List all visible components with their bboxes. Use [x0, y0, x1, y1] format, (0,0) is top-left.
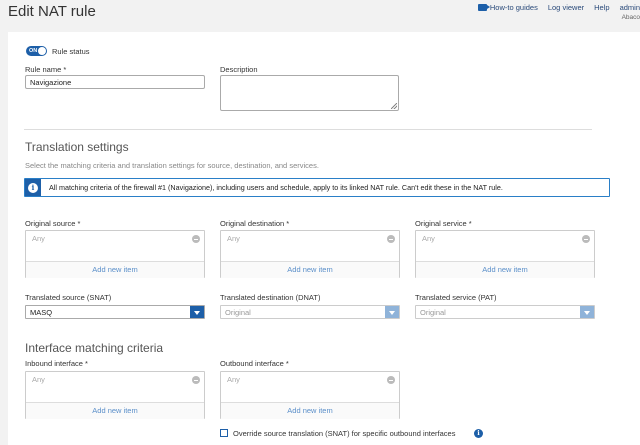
how-to-guides-link[interactable]: How-to guides [477, 3, 538, 12]
outbound-interface-list[interactable]: Any Add new item [220, 371, 400, 419]
list-item-any: Any [32, 234, 45, 243]
rule-status-toggle[interactable]: ON [26, 46, 47, 56]
original-destination-list[interactable]: Any Add new item [220, 230, 400, 278]
original-source-list[interactable]: Any Add new item [25, 230, 205, 278]
info-icon[interactable]: i [474, 429, 483, 438]
add-new-item-button[interactable]: Add new item [26, 262, 204, 278]
rule-name-input[interactable]: Navigazione [25, 75, 205, 89]
translation-settings-subtitle: Select the matching criteria and transla… [25, 161, 319, 170]
original-source-label: Original source * [25, 219, 81, 228]
interface-matching-title: Interface matching criteria [25, 341, 164, 355]
translated-service-label: Translated service (PAT) [415, 293, 497, 302]
toggle-text: ON [29, 47, 38, 54]
add-new-item-button[interactable]: Add new item [26, 403, 204, 419]
page-title: Edit NAT rule [8, 3, 96, 20]
translated-service-value: Original [420, 308, 446, 317]
org-name: Abaco [621, 14, 640, 21]
remove-icon[interactable] [582, 235, 590, 243]
resize-grip-icon[interactable] [391, 103, 397, 109]
inbound-interface-label: Inbound interface * [25, 359, 88, 368]
outbound-interface-label: Outbound interface * [220, 359, 289, 368]
description-textarea[interactable] [220, 75, 399, 111]
info-text: All matching criteria of the firewall #1… [49, 183, 503, 192]
add-new-item-button[interactable]: Add new item [416, 262, 594, 278]
original-service-label: Original service * [415, 219, 472, 228]
add-new-item-button[interactable]: Add new item [221, 403, 399, 419]
info-banner: i All matching criteria of the firewall … [24, 178, 610, 197]
translation-settings-title: Translation settings [25, 140, 129, 154]
list-item-any: Any [32, 375, 45, 384]
description-label: Description [220, 65, 258, 74]
rule-name-label: Rule name * [25, 65, 67, 74]
info-icon: i [28, 182, 38, 193]
rule-status-label: Rule status [52, 47, 90, 56]
translated-source-select[interactable]: MASQ [25, 305, 205, 319]
list-item-any: Any [422, 234, 435, 243]
chevron-down-icon [385, 306, 399, 318]
video-icon [477, 4, 490, 11]
list-item-any: Any [227, 375, 240, 384]
remove-icon[interactable] [192, 376, 200, 384]
toggle-knob [38, 47, 46, 55]
translated-source-label: Translated source (SNAT) [25, 293, 112, 302]
translated-service-select[interactable]: Original [415, 305, 595, 319]
translated-destination-label: Translated destination (DNAT) [220, 293, 321, 302]
chevron-down-icon [190, 306, 204, 318]
remove-icon[interactable] [192, 235, 200, 243]
log-viewer-link[interactable]: Log viewer [548, 3, 584, 12]
translated-destination-select[interactable]: Original [220, 305, 400, 319]
info-strip: i [25, 179, 41, 196]
remove-icon[interactable] [387, 235, 395, 243]
translated-destination-value: Original [225, 308, 251, 317]
list-item-any: Any [227, 234, 240, 243]
form-panel: ON Rule status Rule name * Navigazione D… [8, 32, 640, 445]
override-snat-checkbox[interactable] [220, 429, 228, 437]
remove-icon[interactable] [387, 376, 395, 384]
help-link[interactable]: Help [594, 3, 609, 12]
top-bar: Edit NAT rule How-to guides Log viewer H… [0, 0, 640, 32]
original-destination-label: Original destination * [220, 219, 290, 228]
add-new-item-button[interactable]: Add new item [221, 262, 399, 278]
section-divider [24, 129, 592, 130]
top-links: How-to guides Log viewer Help admin [477, 3, 640, 12]
chevron-down-icon [580, 306, 594, 318]
override-snat-label: Override source translation (SNAT) for s… [233, 429, 456, 438]
original-service-list[interactable]: Any Add new item [415, 230, 595, 278]
user-menu[interactable]: admin [620, 3, 640, 12]
translated-source-value: MASQ [30, 308, 53, 317]
inbound-interface-list[interactable]: Any Add new item [25, 371, 205, 419]
